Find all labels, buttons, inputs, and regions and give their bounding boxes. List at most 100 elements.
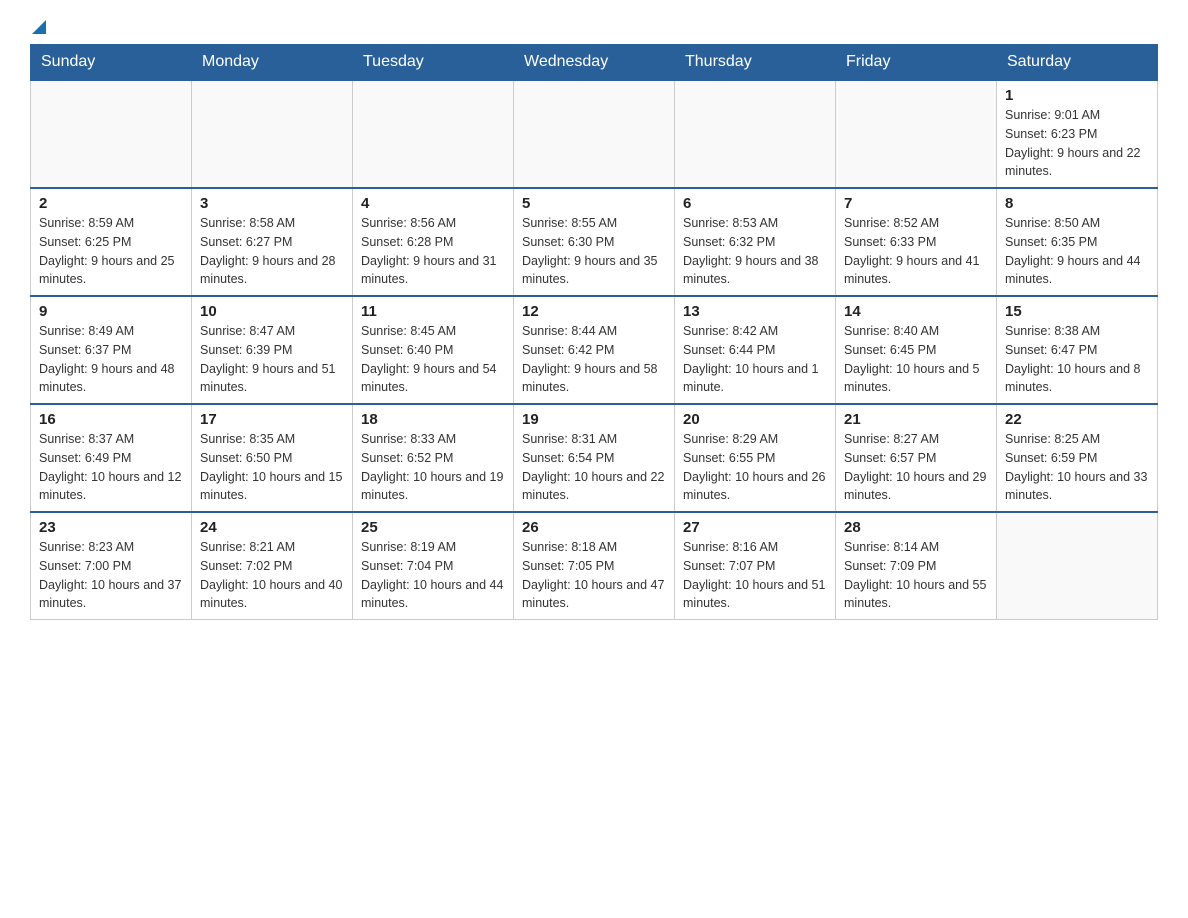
- calendar-cell: 19 Sunrise: 8:31 AMSunset: 6:54 PMDayligh…: [514, 404, 675, 512]
- day-number: 20: [683, 411, 827, 428]
- header-day-friday: Friday: [836, 45, 997, 81]
- calendar-cell: 2 Sunrise: 8:59 AMSunset: 6:25 PMDaylight…: [31, 188, 192, 296]
- day-info: Sunrise: 8:37 AMSunset: 6:49 PMDaylight:…: [39, 430, 183, 505]
- day-number: 26: [522, 519, 666, 536]
- calendar-cell: [997, 512, 1158, 620]
- calendar-cell: 22 Sunrise: 8:25 AMSunset: 6:59 PMDayligh…: [997, 404, 1158, 512]
- calendar-cell: 14 Sunrise: 8:40 AMSunset: 6:45 PMDayligh…: [836, 296, 997, 404]
- day-info: Sunrise: 9:01 AMSunset: 6:23 PMDaylight:…: [1005, 106, 1149, 181]
- day-info: Sunrise: 8:52 AMSunset: 6:33 PMDaylight:…: [844, 214, 988, 289]
- day-info: Sunrise: 8:55 AMSunset: 6:30 PMDaylight:…: [522, 214, 666, 289]
- day-info: Sunrise: 8:40 AMSunset: 6:45 PMDaylight:…: [844, 322, 988, 397]
- header-day-thursday: Thursday: [675, 45, 836, 81]
- day-number: 6: [683, 195, 827, 212]
- day-number: 22: [1005, 411, 1149, 428]
- day-info: Sunrise: 8:31 AMSunset: 6:54 PMDaylight:…: [522, 430, 666, 505]
- day-info: Sunrise: 8:33 AMSunset: 6:52 PMDaylight:…: [361, 430, 505, 505]
- day-number: 28: [844, 519, 988, 536]
- day-number: 27: [683, 519, 827, 536]
- calendar-cell: 27Sunrise: 8:16 AMSunset: 7:07 PMDayligh…: [675, 512, 836, 620]
- calendar-cell: 10 Sunrise: 8:47 AMSunset: 6:39 PMDayligh…: [192, 296, 353, 404]
- calendar-cell: 8Sunrise: 8:50 AMSunset: 6:35 PMDaylight…: [997, 188, 1158, 296]
- day-number: 9: [39, 303, 183, 320]
- header-row: SundayMondayTuesdayWednesdayThursdayFrid…: [31, 45, 1158, 81]
- header-day-tuesday: Tuesday: [353, 45, 514, 81]
- calendar-cell: [836, 80, 997, 188]
- day-info: Sunrise: 8:42 AMSunset: 6:44 PMDaylight:…: [683, 322, 827, 397]
- logo: [30, 20, 46, 34]
- header-day-wednesday: Wednesday: [514, 45, 675, 81]
- logo-arrow-icon: [32, 20, 46, 34]
- calendar-cell: [675, 80, 836, 188]
- header-day-saturday: Saturday: [997, 45, 1158, 81]
- day-info: Sunrise: 8:56 AMSunset: 6:28 PMDaylight:…: [361, 214, 505, 289]
- day-number: 21: [844, 411, 988, 428]
- day-number: 10: [200, 303, 344, 320]
- calendar-cell: 4 Sunrise: 8:56 AMSunset: 6:28 PMDaylight…: [353, 188, 514, 296]
- day-info: Sunrise: 8:27 AMSunset: 6:57 PMDaylight:…: [844, 430, 988, 505]
- week-row-3: 9 Sunrise: 8:49 AMSunset: 6:37 PMDaylight…: [31, 296, 1158, 404]
- calendar-cell: 24Sunrise: 8:21 AMSunset: 7:02 PMDayligh…: [192, 512, 353, 620]
- day-info: Sunrise: 8:29 AMSunset: 6:55 PMDaylight:…: [683, 430, 827, 505]
- calendar-cell: 28 Sunrise: 8:14 AMSunset: 7:09 PMDayligh…: [836, 512, 997, 620]
- calendar-cell: 18 Sunrise: 8:33 AMSunset: 6:52 PMDayligh…: [353, 404, 514, 512]
- calendar-cell: 15 Sunrise: 8:38 AMSunset: 6:47 PMDayligh…: [997, 296, 1158, 404]
- day-number: 16: [39, 411, 183, 428]
- calendar-cell: 23 Sunrise: 8:23 AMSunset: 7:00 PMDayligh…: [31, 512, 192, 620]
- week-row-4: 16 Sunrise: 8:37 AMSunset: 6:49 PMDayligh…: [31, 404, 1158, 512]
- day-number: 12: [522, 303, 666, 320]
- day-info: Sunrise: 8:21 AMSunset: 7:02 PMDaylight:…: [200, 538, 344, 613]
- day-info: Sunrise: 8:25 AMSunset: 6:59 PMDaylight:…: [1005, 430, 1149, 505]
- page-header: [30, 20, 1158, 34]
- header-day-monday: Monday: [192, 45, 353, 81]
- day-info: Sunrise: 8:49 AMSunset: 6:37 PMDaylight:…: [39, 322, 183, 397]
- day-number: 8: [1005, 195, 1149, 212]
- calendar-cell: 11 Sunrise: 8:45 AMSunset: 6:40 PMDayligh…: [353, 296, 514, 404]
- calendar-cell: 17 Sunrise: 8:35 AMSunset: 6:50 PMDayligh…: [192, 404, 353, 512]
- calendar-cell: 1Sunrise: 9:01 AMSunset: 6:23 PMDaylight…: [997, 80, 1158, 188]
- week-row-1: 1Sunrise: 9:01 AMSunset: 6:23 PMDaylight…: [31, 80, 1158, 188]
- header-day-sunday: Sunday: [31, 45, 192, 81]
- day-info: Sunrise: 8:53 AMSunset: 6:32 PMDaylight:…: [683, 214, 827, 289]
- week-row-2: 2 Sunrise: 8:59 AMSunset: 6:25 PMDaylight…: [31, 188, 1158, 296]
- day-number: 19: [522, 411, 666, 428]
- day-number: 5: [522, 195, 666, 212]
- calendar-cell: 20 Sunrise: 8:29 AMSunset: 6:55 PMDayligh…: [675, 404, 836, 512]
- day-info: Sunrise: 8:45 AMSunset: 6:40 PMDaylight:…: [361, 322, 505, 397]
- day-info: Sunrise: 8:59 AMSunset: 6:25 PMDaylight:…: [39, 214, 183, 289]
- day-number: 3: [200, 195, 344, 212]
- day-info: Sunrise: 8:14 AMSunset: 7:09 PMDaylight:…: [844, 538, 988, 613]
- calendar-cell: 26 Sunrise: 8:18 AMSunset: 7:05 PMDayligh…: [514, 512, 675, 620]
- day-number: 17: [200, 411, 344, 428]
- calendar-cell: 5 Sunrise: 8:55 AMSunset: 6:30 PMDaylight…: [514, 188, 675, 296]
- day-info: Sunrise: 8:35 AMSunset: 6:50 PMDaylight:…: [200, 430, 344, 505]
- day-number: 23: [39, 519, 183, 536]
- day-info: Sunrise: 8:18 AMSunset: 7:05 PMDaylight:…: [522, 538, 666, 613]
- calendar-cell: [31, 80, 192, 188]
- day-number: 2: [39, 195, 183, 212]
- day-info: Sunrise: 8:38 AMSunset: 6:47 PMDaylight:…: [1005, 322, 1149, 397]
- calendar-cell: [353, 80, 514, 188]
- day-number: 15: [1005, 303, 1149, 320]
- day-number: 25: [361, 519, 505, 536]
- calendar-body: 1Sunrise: 9:01 AMSunset: 6:23 PMDaylight…: [31, 80, 1158, 620]
- day-info: Sunrise: 8:44 AMSunset: 6:42 PMDaylight:…: [522, 322, 666, 397]
- day-number: 4: [361, 195, 505, 212]
- day-number: 14: [844, 303, 988, 320]
- calendar-cell: 3Sunrise: 8:58 AMSunset: 6:27 PMDaylight…: [192, 188, 353, 296]
- calendar-cell: 25 Sunrise: 8:19 AMSunset: 7:04 PMDayligh…: [353, 512, 514, 620]
- calendar-cell: [192, 80, 353, 188]
- day-number: 7: [844, 195, 988, 212]
- calendar-cell: 21 Sunrise: 8:27 AMSunset: 6:57 PMDayligh…: [836, 404, 997, 512]
- logo-blue-part: [30, 20, 46, 34]
- calendar-cell: 16 Sunrise: 8:37 AMSunset: 6:49 PMDayligh…: [31, 404, 192, 512]
- week-row-5: 23 Sunrise: 8:23 AMSunset: 7:00 PMDayligh…: [31, 512, 1158, 620]
- calendar-cell: 6 Sunrise: 8:53 AMSunset: 6:32 PMDaylight…: [675, 188, 836, 296]
- calendar-cell: [514, 80, 675, 188]
- day-info: Sunrise: 8:47 AMSunset: 6:39 PMDaylight:…: [200, 322, 344, 397]
- day-number: 11: [361, 303, 505, 320]
- day-info: Sunrise: 8:19 AMSunset: 7:04 PMDaylight:…: [361, 538, 505, 613]
- day-info: Sunrise: 8:23 AMSunset: 7:00 PMDaylight:…: [39, 538, 183, 613]
- calendar-table: SundayMondayTuesdayWednesdayThursdayFrid…: [30, 44, 1158, 620]
- day-number: 18: [361, 411, 505, 428]
